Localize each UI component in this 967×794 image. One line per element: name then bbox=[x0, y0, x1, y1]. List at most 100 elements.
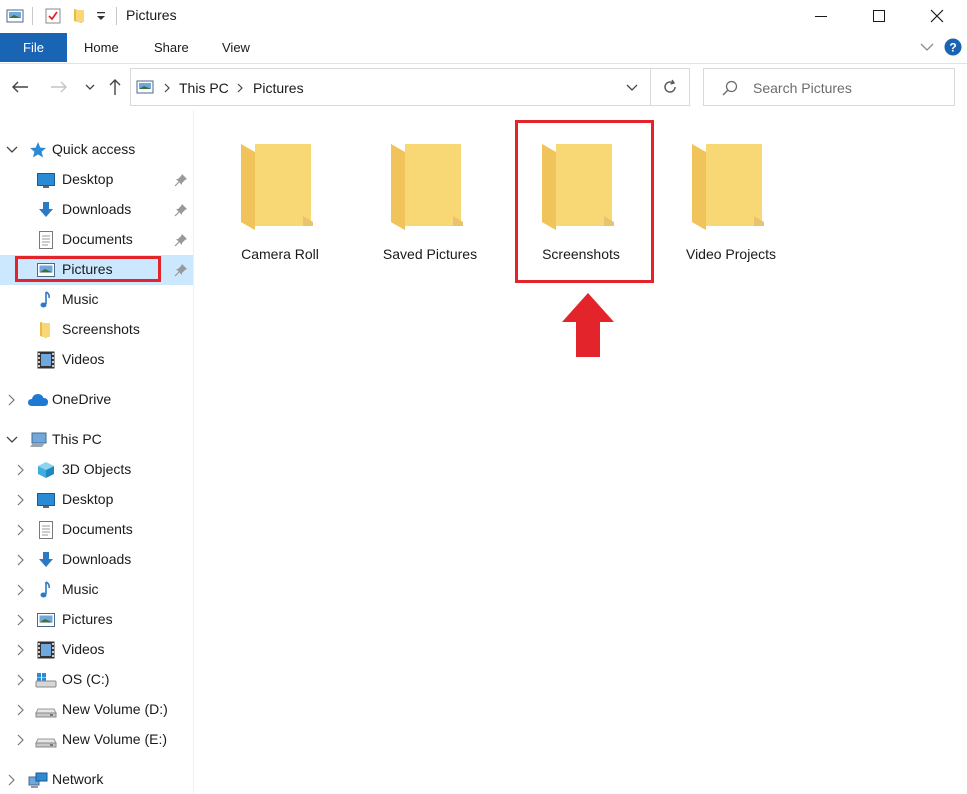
breadcrumb-this-pc[interactable]: This PC bbox=[179, 80, 229, 96]
chevron-right-icon[interactable] bbox=[14, 523, 28, 537]
chevron-right-icon[interactable] bbox=[14, 733, 28, 747]
properties-icon[interactable] bbox=[44, 7, 62, 25]
nav-pc-music[interactable]: Music bbox=[0, 575, 193, 605]
computer-icon bbox=[30, 432, 47, 447]
nav-pc-desktop[interactable]: Desktop bbox=[0, 485, 193, 515]
up-button[interactable] bbox=[105, 77, 125, 97]
nav-qa-desktop[interactable]: Desktop bbox=[0, 165, 193, 195]
chevron-right-icon[interactable] bbox=[14, 583, 28, 597]
videos-icon bbox=[37, 641, 55, 659]
nav-onedrive[interactable]: OneDrive bbox=[0, 385, 193, 415]
chevron-right-icon[interactable] bbox=[14, 553, 28, 567]
nav-network[interactable]: Network bbox=[0, 765, 193, 794]
os-drive-icon bbox=[35, 673, 57, 688]
new-folder-icon[interactable] bbox=[70, 7, 88, 25]
close-button[interactable] bbox=[908, 0, 966, 32]
chevron-down-icon bbox=[85, 84, 95, 90]
pin-icon[interactable] bbox=[174, 263, 188, 277]
folder-camera-roll[interactable]: Camera Roll bbox=[210, 130, 350, 280]
svg-text:?: ? bbox=[949, 41, 956, 55]
nav-label: New Volume (E:) bbox=[62, 731, 168, 747]
title-separator bbox=[32, 7, 33, 25]
chevron-down-icon[interactable] bbox=[5, 433, 19, 447]
chevron-right-icon[interactable] bbox=[14, 703, 28, 717]
breadcrumb-pictures[interactable]: Pictures bbox=[253, 80, 304, 96]
title-separator bbox=[116, 7, 117, 25]
address-bar[interactable]: This PC Pictures bbox=[130, 68, 650, 106]
forward-button[interactable] bbox=[49, 77, 69, 97]
pin-icon[interactable] bbox=[174, 173, 188, 187]
chevron-right-icon[interactable] bbox=[14, 493, 28, 507]
customize-toolbar-icon[interactable] bbox=[95, 7, 107, 25]
recent-locations-button[interactable] bbox=[80, 77, 100, 97]
nav-pc-3d-objects[interactable]: 3D Objects bbox=[0, 455, 193, 485]
minimize-button[interactable] bbox=[792, 0, 850, 32]
search-input[interactable]: Search Pictures bbox=[753, 80, 852, 96]
documents-icon bbox=[39, 231, 53, 249]
nav-qa-documents[interactable]: Documents bbox=[0, 225, 193, 255]
help-icon[interactable]: ? bbox=[944, 38, 962, 56]
refresh-button[interactable] bbox=[650, 68, 690, 106]
chevron-right-icon[interactable] bbox=[5, 393, 19, 407]
nav-label: 3D Objects bbox=[62, 461, 132, 477]
chevron-right-icon[interactable] bbox=[5, 773, 19, 787]
chevron-right-icon[interactable] bbox=[14, 643, 28, 657]
chevron-right-icon[interactable] bbox=[14, 613, 28, 627]
maximize-icon bbox=[873, 10, 885, 22]
tab-file[interactable]: File bbox=[0, 33, 67, 62]
nav-pc-videos[interactable]: Videos bbox=[0, 635, 193, 665]
tab-home[interactable]: Home bbox=[84, 33, 119, 62]
search-icon bbox=[722, 80, 738, 96]
ribbon-divider bbox=[0, 63, 967, 64]
nav-label: Desktop bbox=[62, 171, 114, 187]
nav-qa-videos[interactable]: Videos bbox=[0, 345, 193, 375]
tab-view[interactable]: View bbox=[222, 33, 250, 62]
pin-icon[interactable] bbox=[174, 203, 188, 217]
nav-pc-new-volume-d[interactable]: New Volume (D:) bbox=[0, 695, 193, 725]
nav-qa-music[interactable]: Music bbox=[0, 285, 193, 315]
address-history-dropdown-icon[interactable] bbox=[626, 84, 638, 92]
back-button[interactable] bbox=[10, 77, 30, 97]
pin-icon[interactable] bbox=[174, 233, 188, 247]
nav-qa-screenshots[interactable]: Screenshots bbox=[0, 315, 193, 345]
breadcrumb-chevron-icon[interactable] bbox=[237, 83, 243, 93]
expand-ribbon-icon[interactable] bbox=[920, 42, 934, 52]
minimize-icon bbox=[815, 16, 827, 17]
breadcrumb-chevron-icon[interactable] bbox=[164, 83, 170, 93]
pictures-app-icon[interactable] bbox=[6, 7, 24, 25]
desktop-icon bbox=[37, 173, 55, 188]
nav-label: Network bbox=[52, 771, 104, 787]
folder-icon bbox=[692, 144, 764, 230]
chevron-down-icon[interactable] bbox=[5, 143, 19, 157]
folder-video-projects[interactable]: Video Projects bbox=[661, 130, 801, 280]
close-icon bbox=[930, 9, 944, 23]
nav-qa-downloads[interactable]: Downloads bbox=[0, 195, 193, 225]
nav-quick-access[interactable]: Quick access bbox=[0, 135, 193, 165]
chevron-right-icon[interactable] bbox=[14, 463, 28, 477]
search-box[interactable]: Search Pictures bbox=[703, 68, 955, 106]
nav-pc-new-volume-e[interactable]: New Volume (E:) bbox=[0, 725, 193, 755]
chevron-right-icon[interactable] bbox=[14, 673, 28, 687]
screenshots-highlight bbox=[515, 120, 654, 283]
maximize-button[interactable] bbox=[850, 0, 908, 32]
nav-pc-documents[interactable]: Documents bbox=[0, 515, 193, 545]
nav-label: Documents bbox=[62, 231, 133, 247]
downloads-icon bbox=[39, 202, 53, 217]
nav-pc-pictures[interactable]: Pictures bbox=[0, 605, 193, 635]
up-arrow-icon bbox=[109, 79, 121, 95]
red-up-arrow-icon bbox=[562, 293, 614, 357]
nav-pc-downloads[interactable]: Downloads bbox=[0, 545, 193, 575]
title-bar: Pictures bbox=[0, 0, 967, 32]
forward-arrow-icon bbox=[51, 81, 67, 93]
ribbon-tabs: File Home Share View ? bbox=[0, 33, 967, 63]
nav-this-pc[interactable]: This PC bbox=[0, 425, 193, 455]
folder-saved-pictures[interactable]: Saved Pictures bbox=[360, 130, 500, 280]
navigation-pane: Quick access Desktop Downloads Documents… bbox=[0, 122, 194, 794]
3d-objects-icon bbox=[38, 462, 54, 478]
nav-pc-os-c[interactable]: OS (C:) bbox=[0, 665, 193, 695]
music-icon bbox=[40, 291, 50, 308]
downloads-icon bbox=[39, 552, 53, 567]
tab-share[interactable]: Share bbox=[154, 33, 189, 62]
nav-label: OS (C:) bbox=[62, 671, 110, 687]
folder-label: Saved Pictures bbox=[382, 246, 478, 262]
